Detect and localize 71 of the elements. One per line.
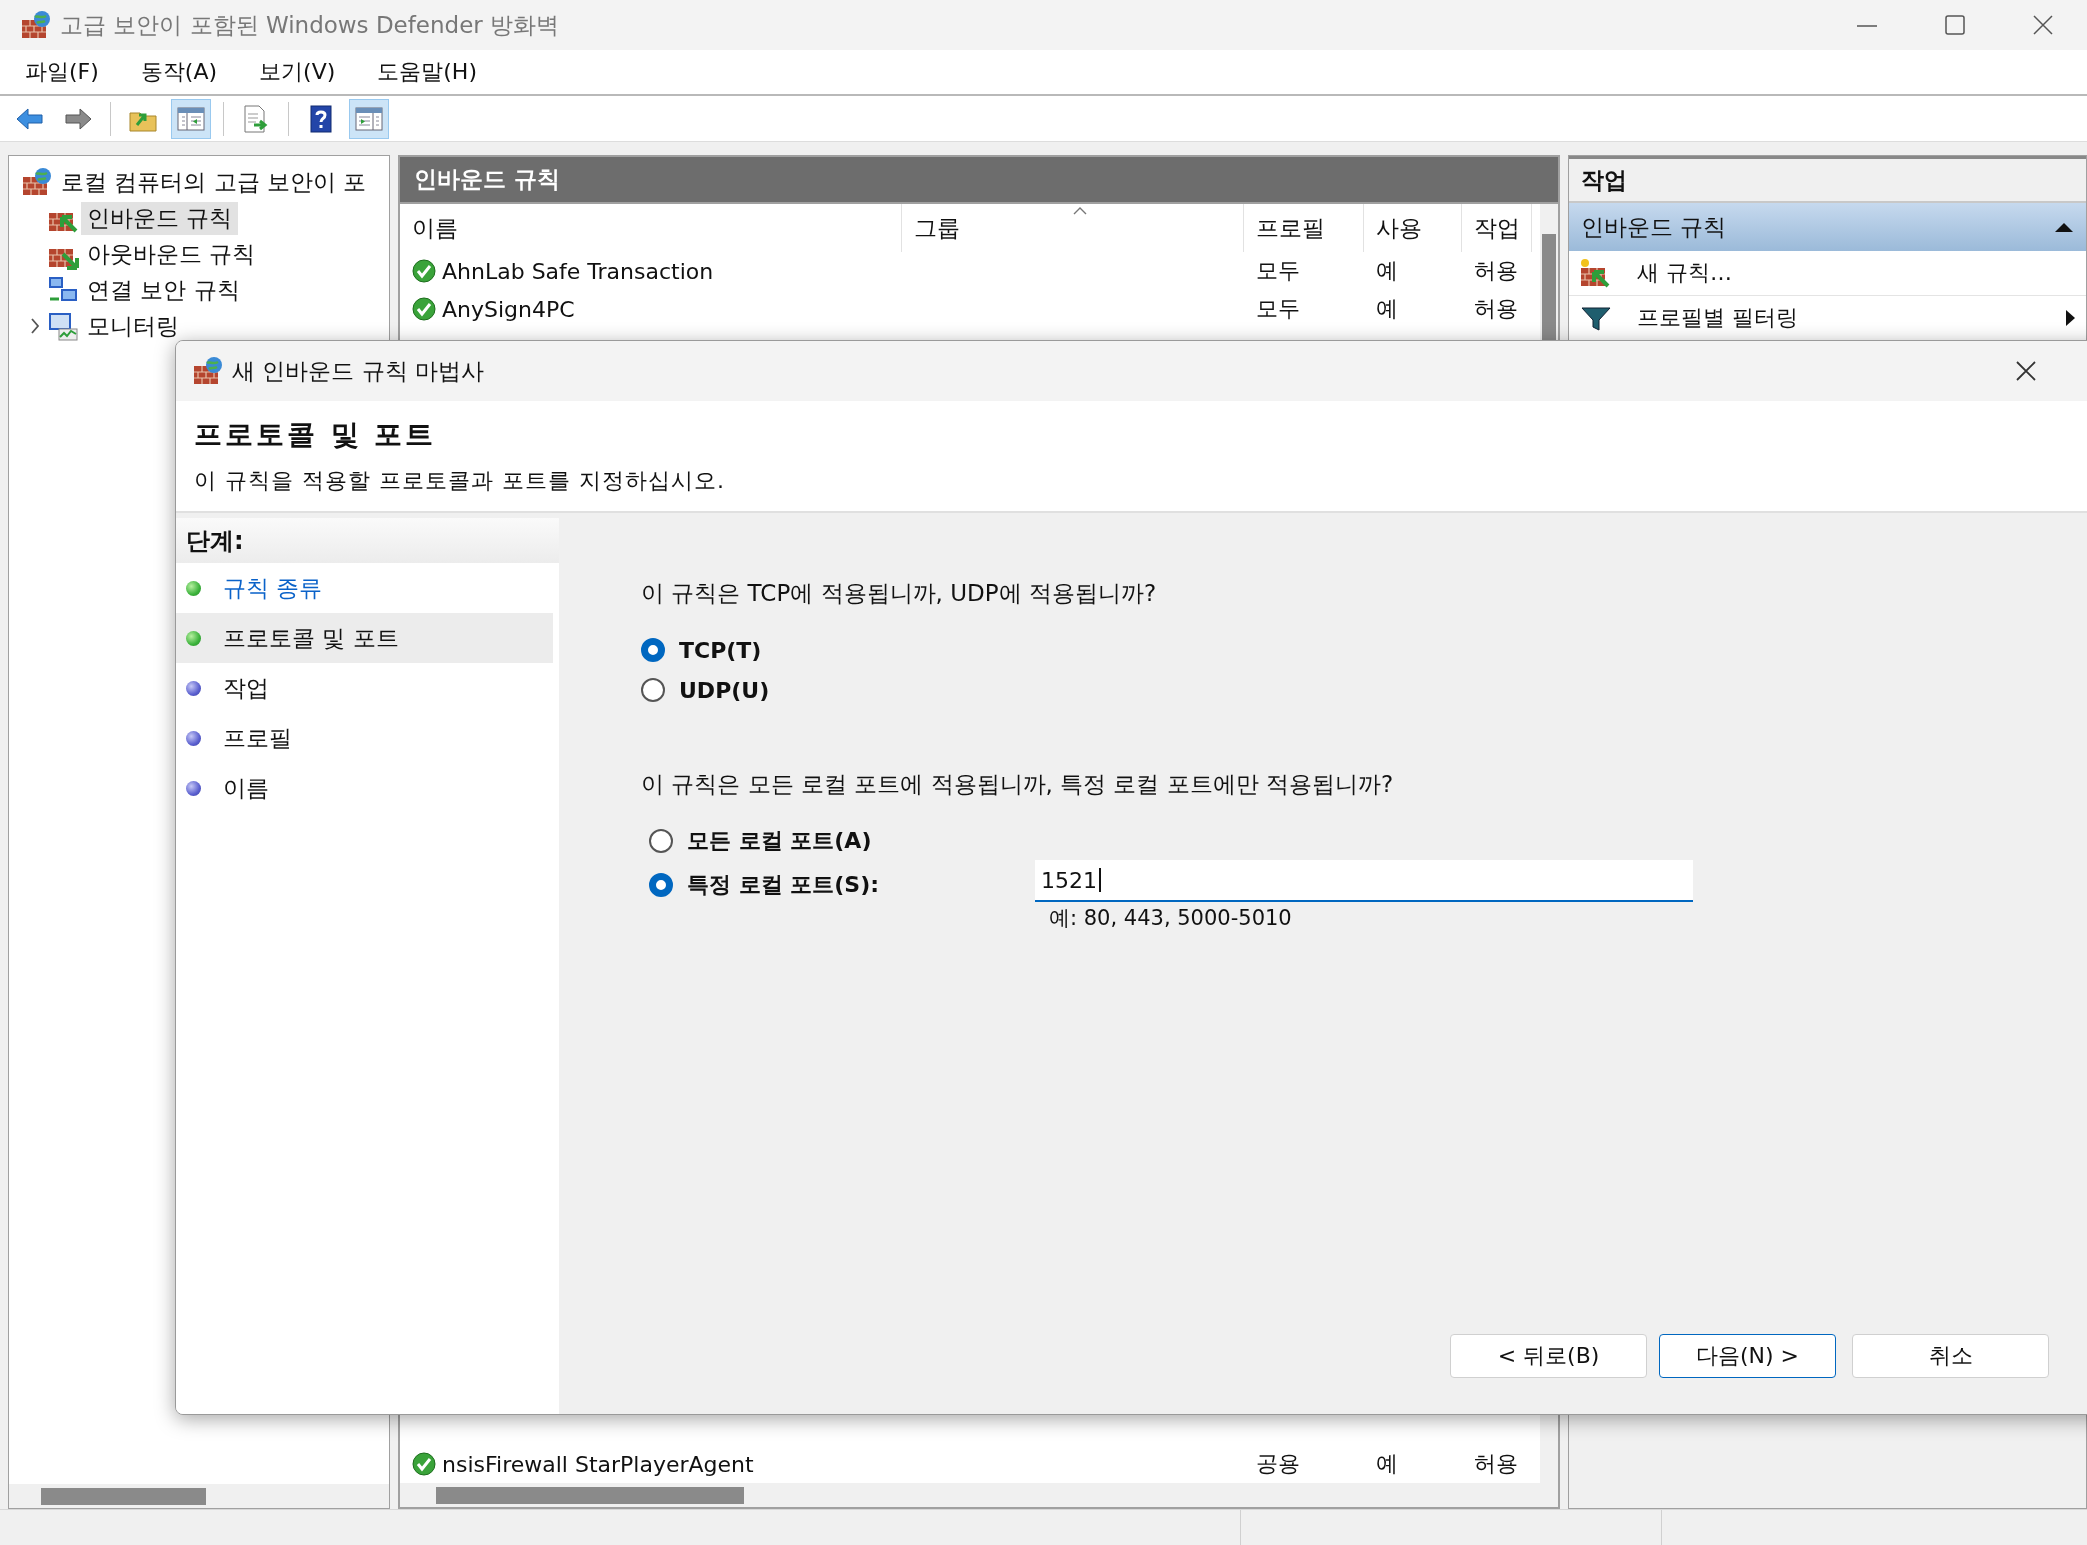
tree-item[interactable]: 인바운드 규칙: [81, 201, 239, 235]
step-label: 작업: [223, 673, 269, 703]
table-cell-text: 허용: [1473, 295, 1519, 323]
table-cell-text: 허용: [1473, 257, 1519, 285]
action-pane-button[interactable]: [349, 98, 389, 139]
step-link[interactable]: 규칙 종류: [223, 572, 323, 604]
column-header[interactable]: 프로필: [1244, 204, 1364, 252]
radio-button[interactable]: [641, 638, 665, 662]
column-header[interactable]: 사용: [1364, 204, 1462, 252]
section-label: 인바운드 규칙: [1581, 212, 1727, 242]
question-text: 이 규칙은 모든 로컬 포트에 적용됩니까, 특정 로컬 포트에만 적용됩니까?: [641, 770, 1395, 799]
step-label: 프로토콜 및 포트: [223, 623, 399, 653]
step-label: 이름: [223, 773, 269, 803]
brick-wall-globe-icon: [20, 9, 52, 41]
table-cell-text: 모두: [1255, 295, 1301, 323]
menu-item[interactable]: 보기(V): [238, 53, 357, 91]
steps-title: 단계:: [176, 518, 559, 563]
table-cell-text: 모두: [1255, 257, 1301, 285]
table-cell-text: 허용: [1473, 1450, 1519, 1478]
table-cell-text: 예: [1375, 257, 1399, 285]
table-cell: AhnLab Safe Transaction: [442, 258, 714, 284]
page-heading: 프로토콜 및 포트: [194, 417, 438, 453]
page-description: 이 규칙을 적용할 프로토콜과 포트를 지정하십시오.: [194, 467, 726, 495]
hint-text: 예: 80, 443, 5000-5010: [1048, 905, 1293, 932]
check-circle-icon: [412, 1452, 436, 1476]
menu-item[interactable]: 동작(A): [119, 53, 239, 91]
scrollbar-thumb[interactable]: [41, 1487, 206, 1505]
dialog-title: 새 인바운드 규칙 마법사: [232, 356, 485, 386]
tree-item[interactable]: 연결 보안 규칙: [81, 273, 246, 307]
text-caret: [1099, 868, 1101, 892]
chevron-icon[interactable]: [29, 317, 41, 335]
table-cell: nsisFirewall StarPlayerAgent: [442, 1451, 754, 1477]
table-cell-text: 예: [1375, 1450, 1399, 1478]
brick-wall-globe-icon: [192, 355, 224, 387]
brick-wall-globe-icon: [21, 166, 53, 198]
funnel-icon: [1579, 304, 1613, 332]
column-header[interactable]: 작업: [1462, 204, 1532, 252]
tree-item[interactable]: 로컬 컴퓨터의 고급 보안이 포: [55, 165, 373, 199]
monitor-chart-icon: [47, 310, 79, 342]
section-header[interactable]: 인바운드 규칙: [1569, 203, 2086, 251]
table-cell-text: 예: [1375, 295, 1399, 323]
table-cell: AnySign4PC: [442, 296, 575, 322]
collapse-icon[interactable]: [2054, 221, 2074, 233]
radio-button[interactable]: [649, 873, 673, 897]
action-item[interactable]: 프로필별 필터링: [1569, 296, 2086, 341]
back-button[interactable]: < 뒤로(B): [1450, 1334, 1647, 1378]
cancel-button[interactable]: 취소: [1852, 1334, 2049, 1378]
radio-button[interactable]: [649, 829, 673, 853]
menu-item[interactable]: 도움말(H): [356, 53, 498, 91]
action-item[interactable]: 새 규칙…: [1569, 251, 2086, 296]
radio-label[interactable]: 모든 로컬 포트(A): [687, 826, 872, 856]
check-circle-icon: [412, 259, 436, 283]
port-input-field[interactable]: 1521: [1035, 860, 1693, 902]
scrollbar-thumb[interactable]: [436, 1486, 744, 1504]
column-header[interactable]: 이름: [400, 204, 902, 252]
column-header[interactable]: 그룹: [902, 204, 1244, 252]
tree-item[interactable]: 모니터링: [81, 309, 185, 343]
check-circle-icon: [412, 297, 436, 321]
radio-label[interactable]: UDP(U): [679, 677, 770, 703]
next-button[interactable]: 다음(N) >: [1659, 1334, 1836, 1378]
menu-item[interactable]: 파일(F): [4, 53, 120, 91]
radio-button[interactable]: [641, 678, 665, 702]
window-title: 고급 보안이 포함된 Windows Defender 방화벽: [60, 10, 561, 40]
question-text: 이 규칙은 TCP에 적용됩니까, UDP에 적용됩니까?: [641, 579, 1158, 608]
panel-title: 인바운드 규칙: [400, 157, 1558, 204]
console-tree-button[interactable]: [171, 98, 211, 139]
radio-label[interactable]: TCP(T): [679, 637, 762, 663]
radio-label[interactable]: 특정 로컬 포트(S):: [687, 870, 880, 900]
tree-item[interactable]: 아웃바운드 규칙: [81, 237, 262, 271]
step-label: 프로필: [223, 723, 292, 753]
table-cell-text: 공용: [1255, 1450, 1301, 1478]
